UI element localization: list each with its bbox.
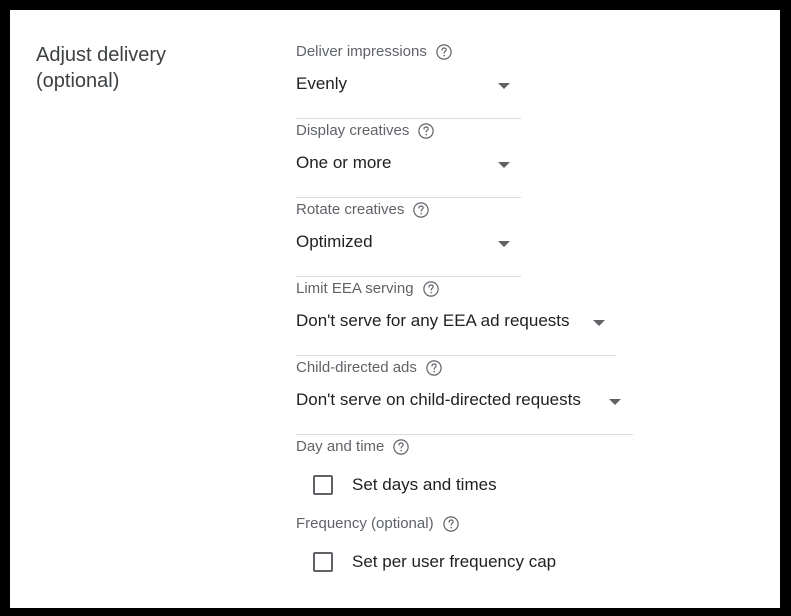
help-icon[interactable]	[412, 201, 430, 219]
section-title-line2: (optional)	[36, 70, 120, 92]
child-directed-ads-label: Child-directed ads	[296, 359, 417, 376]
help-icon[interactable]	[417, 122, 435, 140]
arrow-drop-down-icon	[593, 320, 605, 326]
deliver-impressions-field: Deliver impressions Evenly	[296, 42, 756, 119]
rotate-creatives-field: Rotate creatives Optimized	[296, 200, 756, 277]
set-days-and-times-checkbox[interactable]	[313, 475, 333, 495]
set-days-and-times-row: Set days and times	[296, 460, 756, 514]
day-and-time-field: Day and time Set days and times	[296, 437, 756, 514]
set-frequency-cap-checkbox[interactable]	[313, 552, 333, 572]
help-icon[interactable]	[425, 359, 443, 377]
deliver-impressions-label-row: Deliver impressions	[296, 42, 756, 62]
limit-eea-serving-label-row: Limit EEA serving	[296, 279, 756, 299]
rotate-creatives-select[interactable]: Optimized	[296, 220, 521, 277]
section-title: Adjust delivery (optional)	[36, 42, 256, 94]
day-and-time-label: Day and time	[296, 438, 385, 455]
arrow-drop-down-icon	[498, 162, 510, 168]
arrow-drop-down-icon	[498, 83, 510, 89]
display-creatives-value: One or more	[296, 153, 392, 172]
help-icon[interactable]	[442, 515, 460, 533]
rotate-creatives-value: Optimized	[296, 232, 373, 251]
limit-eea-serving-label: Limit EEA serving	[296, 280, 414, 297]
display-creatives-field: Display creatives One or more	[296, 121, 756, 198]
set-days-and-times-label[interactable]: Set days and times	[352, 474, 497, 496]
arrow-drop-down-icon	[609, 399, 621, 405]
section-title-line1: Adjust delivery	[36, 44, 167, 66]
display-creatives-label: Display creatives	[296, 122, 410, 139]
day-and-time-label-row: Day and time	[296, 437, 756, 457]
display-creatives-label-row: Display creatives	[296, 121, 756, 141]
adjust-delivery-panel: Adjust delivery (optional) Deliver impre…	[10, 10, 780, 608]
help-icon[interactable]	[435, 43, 453, 61]
arrow-drop-down-icon	[498, 241, 510, 247]
frequency-label: Frequency (optional)	[296, 515, 434, 532]
deliver-impressions-label: Deliver impressions	[296, 43, 427, 60]
child-directed-ads-field: Child-directed ads Don't serve on child-…	[296, 358, 756, 435]
display-creatives-select[interactable]: One or more	[296, 141, 521, 198]
child-directed-ads-label-row: Child-directed ads	[296, 358, 756, 378]
frequency-label-row: Frequency (optional)	[296, 514, 756, 534]
frequency-field: Frequency (optional) Set per user freque…	[296, 514, 756, 591]
set-frequency-cap-label[interactable]: Set per user frequency cap	[352, 551, 556, 573]
rotate-creatives-label-row: Rotate creatives	[296, 200, 756, 220]
help-icon[interactable]	[422, 280, 440, 298]
set-frequency-cap-row: Set per user frequency cap	[296, 537, 756, 591]
delivery-fields: Deliver impressions Evenly Display creat…	[296, 42, 756, 591]
limit-eea-serving-select[interactable]: Don't serve for any EEA ad requests	[296, 299, 616, 356]
child-directed-ads-value: Don't serve on child-directed requests	[296, 390, 581, 409]
help-icon[interactable]	[392, 438, 410, 456]
rotate-creatives-label: Rotate creatives	[296, 201, 405, 218]
limit-eea-serving-field: Limit EEA serving Don't serve for any EE…	[296, 279, 756, 356]
deliver-impressions-select[interactable]: Evenly	[296, 62, 521, 119]
child-directed-ads-select[interactable]: Don't serve on child-directed requests	[296, 378, 633, 435]
limit-eea-serving-value: Don't serve for any EEA ad requests	[296, 311, 570, 330]
deliver-impressions-value: Evenly	[296, 74, 348, 93]
